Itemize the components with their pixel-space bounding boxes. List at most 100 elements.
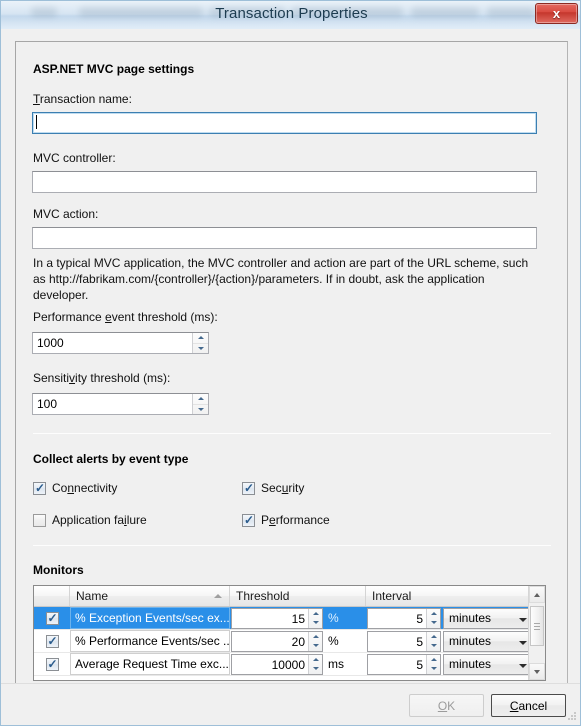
- table-row[interactable]: ✓ % Exception Events/sec ex... 15 % 5 mi…: [34, 607, 545, 630]
- row-interval-unit-dropdown[interactable]: minutes: [443, 607, 535, 629]
- checkbox-application-failure-label: Application failure: [52, 513, 147, 527]
- spinner-down-icon[interactable]: [427, 618, 440, 628]
- spinner-up-icon[interactable]: [309, 655, 322, 665]
- scroll-up-button[interactable]: [529, 586, 545, 603]
- mvc-controller-input[interactable]: [32, 171, 537, 193]
- checkbox-connectivity-box[interactable]: ✓: [33, 481, 46, 495]
- row-threshold-spinner[interactable]: 10000: [231, 653, 323, 675]
- checkbox-application-failure-box[interactable]: [33, 513, 46, 527]
- row-threshold-spin-buttons[interactable]: [308, 654, 322, 674]
- row-enabled-checkbox[interactable]: ✓: [45, 610, 59, 625]
- checkbox-security-box[interactable]: ✓: [242, 481, 255, 495]
- chevron-down-icon: [519, 663, 527, 668]
- column-header-interval-label: Interval: [372, 589, 412, 603]
- cancel-button[interactable]: Cancel: [491, 694, 566, 717]
- scroll-up-icon: [534, 592, 540, 597]
- spinner-up-icon[interactable]: [427, 655, 440, 665]
- scroll-down-button[interactable]: [529, 663, 545, 680]
- sensitivity-threshold-spin-buttons[interactable]: [192, 394, 208, 414]
- spinner-up-icon[interactable]: [309, 632, 322, 642]
- scrollbar-grip-icon: [534, 623, 540, 632]
- row-enabled-cell[interactable]: ✓: [34, 630, 70, 652]
- spinner-up-icon[interactable]: [193, 333, 208, 344]
- spinner-up-icon[interactable]: [427, 632, 440, 642]
- column-header-threshold[interactable]: Threshold: [230, 586, 366, 606]
- sort-ascending-icon: [214, 594, 222, 598]
- cancel-button-label: Cancel: [509, 698, 548, 713]
- sensitivity-threshold-spinner[interactable]: 100: [32, 393, 209, 415]
- row-interval-cell[interactable]: 5 minutes: [366, 653, 545, 675]
- row-threshold-spinner[interactable]: 20: [231, 630, 323, 652]
- checkbox-security[interactable]: ✓ Security: [242, 481, 304, 495]
- mvc-controller-label: MVC controller:: [33, 151, 116, 165]
- spinner-up-icon[interactable]: [309, 609, 322, 619]
- row-interval-spin-buttons[interactable]: [426, 654, 440, 674]
- ok-button-label: OK: [437, 698, 456, 713]
- spinner-up-icon[interactable]: [427, 609, 440, 619]
- checkbox-performance[interactable]: ✓ Performance: [242, 513, 330, 527]
- row-interval-unit-dropdown[interactable]: minutes: [443, 653, 535, 675]
- table-row[interactable]: ✓ % Performance Events/sec ... 20 % 5 mi…: [34, 630, 545, 653]
- spinner-down-icon[interactable]: [427, 664, 440, 674]
- row-interval-spinner[interactable]: 5: [367, 630, 441, 652]
- row-name-cell[interactable]: % Performance Events/sec ...: [70, 630, 230, 652]
- spinner-down-icon[interactable]: [193, 405, 208, 415]
- column-header-checkbox[interactable]: [34, 586, 70, 606]
- row-interval-spinner[interactable]: 5: [367, 653, 441, 675]
- row-interval-unit-dropdown[interactable]: minutes: [443, 630, 535, 652]
- transaction-properties-dialog: Transaction Properties x ASP.NET MVC pag…: [0, 0, 581, 726]
- row-enabled-checkbox[interactable]: ✓: [45, 657, 59, 671]
- row-threshold-cell[interactable]: 15 %: [230, 607, 366, 629]
- checkbox-application-failure[interactable]: Application failure: [33, 513, 147, 527]
- scrollbar-thumb[interactable]: [530, 606, 544, 646]
- collect-alerts-heading: Collect alerts by event type: [33, 452, 189, 466]
- checkbox-performance-box[interactable]: ✓: [242, 513, 255, 527]
- performance-threshold-spin-buttons[interactable]: [192, 333, 208, 353]
- column-header-name[interactable]: Name: [70, 586, 230, 606]
- row-threshold-spin-buttons[interactable]: [308, 608, 322, 628]
- spinner-down-icon[interactable]: [309, 618, 322, 628]
- monitors-grid-scrollbar[interactable]: [528, 586, 545, 680]
- row-name-cell[interactable]: Average Request Time exc...: [70, 653, 230, 675]
- table-row[interactable]: ✓ Average Request Time exc... 10000 ms 5: [34, 653, 545, 676]
- row-interval-spin-buttons[interactable]: [426, 631, 440, 651]
- row-interval-spin-buttons[interactable]: [426, 608, 440, 628]
- row-enabled-cell[interactable]: ✓: [34, 653, 70, 675]
- checkbox-security-label: Security: [261, 481, 305, 495]
- monitors-grid[interactable]: Name Threshold Interval ✓ % Exception Ev…: [33, 585, 546, 681]
- mvc-help-text: In a typical MVC application, the MVC co…: [33, 256, 529, 302]
- row-threshold-spin-buttons[interactable]: [308, 631, 322, 651]
- close-icon: x: [552, 6, 561, 21]
- row-threshold-value: 10000: [271, 657, 305, 672]
- row-name-cell[interactable]: % Exception Events/sec ex...: [70, 607, 230, 629]
- check-icon: ✓: [47, 610, 58, 625]
- row-interval-value: 5: [416, 634, 423, 649]
- mvc-action-input[interactable]: [32, 227, 537, 249]
- dialog-footer: OK Cancel: [1, 683, 580, 725]
- spinner-up-icon[interactable]: [193, 394, 208, 405]
- column-header-name-label: Name: [76, 589, 109, 603]
- checkbox-connectivity[interactable]: ✓ Connectivity: [33, 481, 117, 495]
- row-interval-cell[interactable]: 5 minutes: [366, 630, 545, 652]
- performance-threshold-spinner[interactable]: 1000: [32, 332, 209, 354]
- row-threshold-spinner[interactable]: 15: [231, 607, 323, 629]
- row-threshold-cell[interactable]: 20 %: [230, 630, 366, 652]
- spinner-down-icon[interactable]: [309, 641, 322, 651]
- column-header-interval[interactable]: Interval: [366, 586, 545, 606]
- row-enabled-cell[interactable]: ✓: [34, 607, 70, 629]
- row-threshold-cell[interactable]: 10000 ms: [230, 653, 366, 675]
- row-interval-spinner[interactable]: 5: [367, 607, 441, 629]
- section-divider-alerts: [33, 433, 551, 434]
- row-interval-value: 5: [416, 657, 423, 672]
- spinner-down-icon[interactable]: [309, 664, 322, 674]
- spinner-down-icon[interactable]: [427, 641, 440, 651]
- close-button[interactable]: x: [535, 3, 578, 24]
- ok-button[interactable]: OK: [409, 694, 484, 717]
- monitors-heading: Monitors: [33, 563, 84, 577]
- spinner-down-icon[interactable]: [193, 344, 208, 354]
- resize-grip-icon[interactable]: [566, 710, 578, 722]
- row-enabled-checkbox[interactable]: ✓: [45, 634, 59, 648]
- transaction-name-input[interactable]: [32, 112, 537, 134]
- row-interval-cell[interactable]: 5 minutes: [366, 607, 545, 629]
- sensitivity-threshold-label: Sensitivity threshold (ms):: [33, 371, 171, 385]
